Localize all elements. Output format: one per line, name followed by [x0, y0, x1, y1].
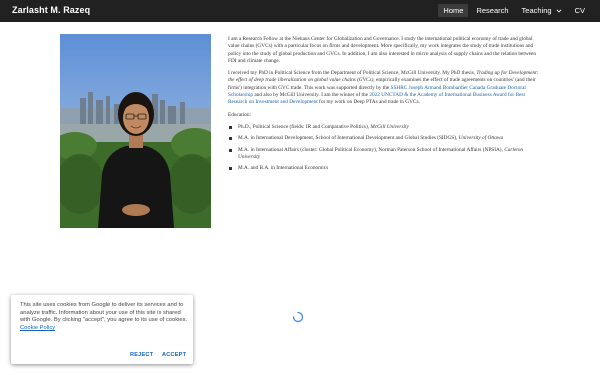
chevron-down-icon[interactable] — [556, 8, 562, 14]
nav-teaching[interactable]: Teaching — [517, 4, 567, 17]
degree-text: Ph.D., Political Science (fields: IR and… — [238, 123, 371, 130]
profile-photo-illustration — [60, 34, 211, 228]
cookie-policy-link[interactable]: Cookie Policy — [20, 325, 55, 331]
education-heading: Education: — [228, 111, 251, 118]
nav-cv-label: CV — [574, 6, 585, 15]
accept-button[interactable]: ACCEPT — [162, 352, 186, 358]
bio-paragraph-1: I am a Research Fellow at the Niehaus Ce… — [228, 36, 537, 64]
nav-research-label: Research — [476, 6, 509, 15]
nav-cv[interactable]: CV — [570, 4, 590, 17]
profile-photo — [60, 34, 211, 228]
bio-text: I received my PhD in Political Science f… — [228, 70, 477, 77]
bullet-icon — [229, 167, 232, 171]
bio-text: and also by McGill University. I am the … — [253, 92, 370, 99]
cookie-message: This site uses cookies from Google to de… — [20, 302, 192, 332]
cookie-text: This site uses cookies from Google to de… — [20, 302, 188, 324]
education-list: Ph.D., Political Science (fields: IR and… — [228, 124, 544, 172]
nav-teaching-label: Teaching — [521, 6, 552, 15]
site-title[interactable]: Zarlasht M. Razeq — [12, 5, 90, 15]
degree-text: M.A. and B.A. in International Economics — [238, 165, 329, 172]
degree-text: M.A. in International Affairs (cluster: … — [238, 146, 505, 153]
main-nav: Home Research Teaching CV — [435, 4, 590, 17]
institution: University of Ottawa — [458, 135, 504, 142]
bio-paragraph-2: I received my PhD in Political Science f… — [228, 70, 544, 106]
bullet-icon — [229, 137, 232, 141]
bio-text: for my work on Deep PTAs and trade in GV… — [317, 99, 420, 106]
bio-content: I am a Research Fellow at the Niehaus Ce… — [228, 36, 544, 176]
list-item: M.A. in International Affairs (cluster: … — [228, 147, 544, 162]
loading-spinner-icon — [292, 311, 304, 323]
list-item: M.A. and B.A. in International Economics — [228, 165, 544, 172]
list-item: Ph.D., Political Science (fields: IR and… — [228, 124, 544, 131]
nav-home-label: Home — [443, 6, 464, 15]
cookie-consent-banner: This site uses cookies from Google to de… — [11, 295, 193, 364]
top-nav-bar: Zarlasht M. Razeq Home Research Teaching… — [0, 0, 600, 22]
reject-button[interactable]: REJECT — [130, 352, 153, 358]
nav-home[interactable]: Home — [438, 4, 469, 17]
list-item: M.A. in International Development, Schoo… — [228, 135, 544, 142]
degree-text: M.A. in International Development, Schoo… — [238, 135, 459, 142]
nav-research[interactable]: Research — [471, 4, 513, 17]
institution: McGill University — [370, 123, 409, 130]
bullet-icon — [229, 148, 232, 152]
bullet-icon — [229, 125, 232, 129]
